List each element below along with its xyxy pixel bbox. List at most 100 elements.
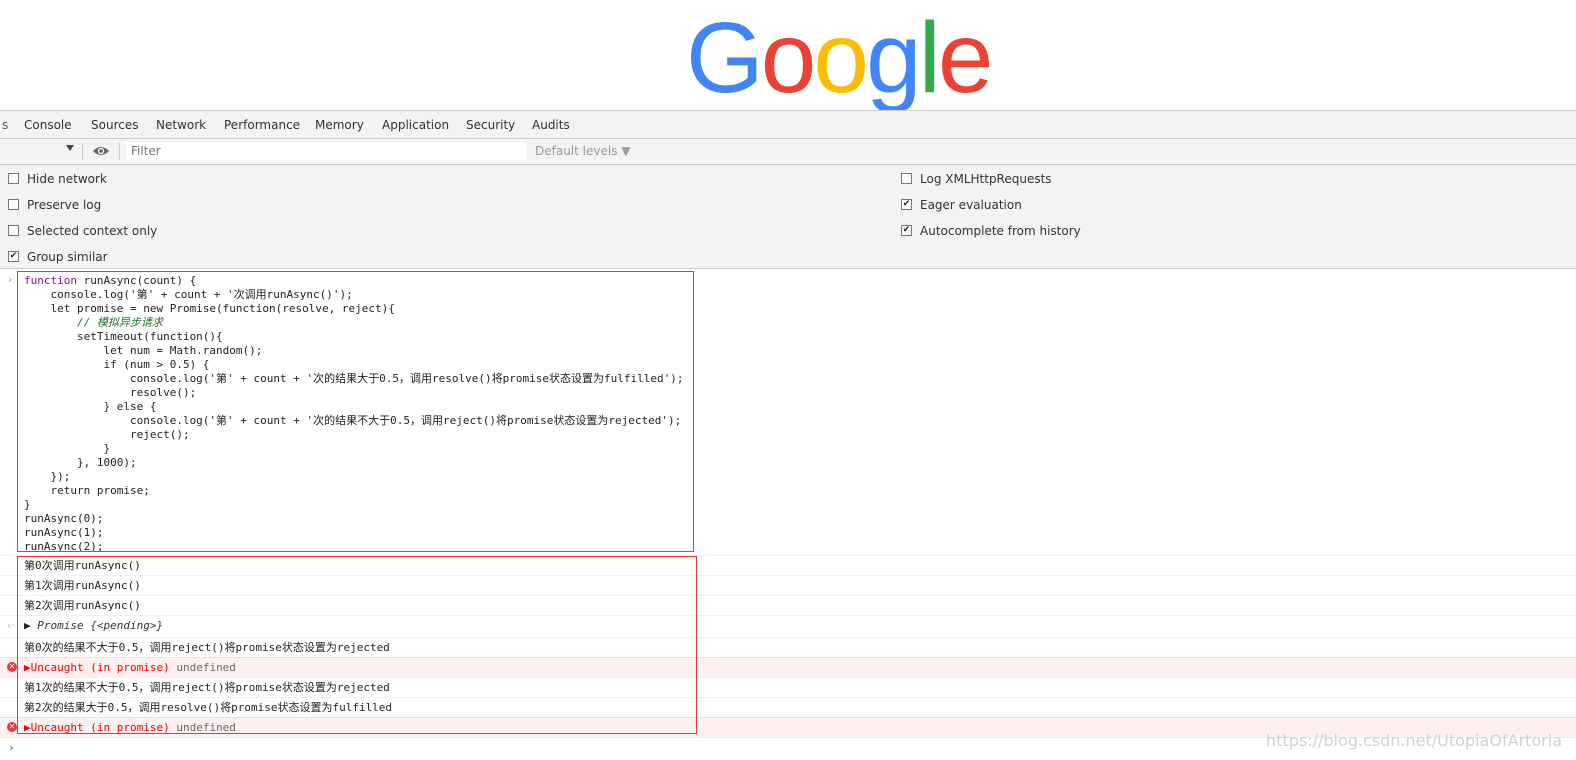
page-top: Google [0,0,1576,110]
code-line: } else { [24,400,157,413]
autocomplete-option[interactable]: ✔ Autocomplete from history [901,223,1081,239]
group-similar-label: Group similar [27,250,108,264]
return-arrow-icon: ‹· [7,619,15,632]
tab-application[interactable]: Application [372,111,459,139]
code-line: let num = Math.random(); [24,344,263,357]
log-text: 第1次的结果不大于0.5，调用reject()将promise状态设置为reje… [24,681,390,694]
log-row: 第2次的结果大于0.5，调用resolve()将promise状态设置为fulf… [0,697,1576,717]
preserve-log-checkbox[interactable] [8,199,19,210]
hide-network-label: Hide network [27,172,107,186]
input-prompt-icon: › [8,273,13,286]
logo-letter: e [937,2,994,114]
error-label: Uncaught (in promise) [30,721,170,734]
preserve-log-label: Preserve log [27,198,102,212]
hide-network-checkbox[interactable] [8,173,19,184]
log-xhr-label: Log XMLHttpRequests [920,172,1052,186]
error-value: undefined [176,721,236,734]
tab-network[interactable]: Network [146,111,216,139]
error-text[interactable]: ▶Uncaught (in promise) undefined [24,718,236,737]
log-row: 第1次调用runAsync() [0,575,1576,595]
code-line: let promise = new Promise(function(resol… [24,302,395,315]
error-label: Uncaught (in promise) [30,661,170,674]
code-line: if (num > 0.5) { [24,358,210,371]
log-row: 第0次的结果不大于0.5，调用reject()将promise状态设置为reje… [0,637,1576,657]
error-icon: ✕ [7,722,17,732]
tab-sources[interactable]: Sources [81,111,148,139]
code-line: } [24,442,111,455]
result-row[interactable]: ‹· ▶ Promise {<pending>} [0,615,1576,637]
selected-context-checkbox[interactable] [8,225,19,236]
log-text: 第0次调用runAsync() [24,559,141,572]
error-value: undefined [176,661,236,674]
promise-result[interactable]: ▶ Promise {<pending>} [24,616,163,635]
code-line: setTimeout(function(){ [24,330,223,343]
log-text: 第2次调用runAsync() [24,599,141,612]
error-text[interactable]: ▶Uncaught (in promise) undefined [24,658,236,677]
default-levels-dropdown[interactable]: Default levels ▼ [535,139,631,164]
tab-console[interactable]: Console [14,111,82,141]
tab-performance[interactable]: Performance [214,111,310,139]
tab-memory[interactable]: Memory [305,111,374,139]
console-toolbar: Default levels ▼ [0,139,1576,165]
log-xhr-option[interactable]: Log XMLHttpRequests [901,171,1052,187]
logo-letter: l [918,2,941,114]
preserve-log-option[interactable]: Preserve log [8,197,101,213]
logo-letter: g [866,2,922,114]
log-text: 第0次的结果不大于0.5，调用reject()将promise状态设置为reje… [24,641,390,654]
code-line: }); [24,470,71,483]
code-line: console.log('第' + count + '次的结果不大于0.5，调用… [24,414,682,427]
code-line: runAsync(0); [24,512,104,525]
expand-triangle-icon[interactable]: ▶ [24,721,31,734]
code-line: function runAsync(count) { [24,274,197,287]
tab-security[interactable]: Security [456,111,525,139]
error-icon: ✕ [7,662,17,672]
log-row: 第1次的结果不大于0.5，调用reject()将promise状态设置为reje… [0,677,1576,697]
tab-audits[interactable]: Audits [522,111,580,139]
logo-letter: o [813,2,869,114]
code-line: // 模拟异步请求 [24,316,163,329]
prompt-chevron-icon: › [8,741,15,754]
log-xhr-checkbox[interactable] [901,173,912,184]
code-line: console.log('第' + count + '次调用runAsync()… [24,288,353,301]
code-line: reject(); [24,428,190,441]
google-logo: Google [686,8,993,108]
devtools-tabbar: s Console Sources Network Performance Me… [0,110,1576,141]
logo-letter: o [760,2,817,114]
error-row[interactable]: ✕ ▶Uncaught (in promise) undefined [0,657,1576,677]
eager-evaluation-option[interactable]: ✔ Eager evaluation [901,197,1022,213]
group-similar-option[interactable]: ✔ Group similar [8,249,108,265]
code-line: return promise; [24,484,150,497]
console-output[interactable]: › function runAsync(count) { console.log… [0,269,1576,760]
code-line: } [24,498,31,511]
selected-context-label: Selected context only [27,224,158,238]
expand-triangle-icon[interactable]: ▶ [24,661,31,674]
autocomplete-label: Autocomplete from history [920,224,1081,238]
log-text: 第2次的结果大于0.5，调用resolve()将promise状态设置为fulf… [24,701,393,714]
console-settings: Hide network Preserve log Selected conte… [0,165,1576,269]
filter-input[interactable] [126,142,526,160]
context-dropdown-icon[interactable] [66,145,74,151]
code-line: }, 1000); [24,456,137,469]
watermark: https://blog.csdn.net/UtopiaOfArtoria [1266,731,1562,750]
logo-letter: G [686,2,764,114]
code-line: resolve(); [24,386,197,399]
promise-label: Promise [37,619,84,632]
code-input: function runAsync(count) { console.log('… [24,274,683,554]
autocomplete-checkbox[interactable]: ✔ [901,225,912,236]
eager-evaluation-label: Eager evaluation [920,198,1022,212]
expand-triangle-icon[interactable]: ▶ [24,619,37,632]
hide-network-option[interactable]: Hide network [8,171,107,187]
code-line: console.log('第' + count + '次的结果大于0.5，调用r… [24,372,684,385]
code-line: runAsync(1); [24,526,104,539]
code-line: runAsync(2); [24,540,104,553]
group-similar-checkbox[interactable]: ✔ [8,251,19,262]
toolbar-divider [82,143,83,160]
toolbar-divider [119,143,120,160]
log-row: 第0次调用runAsync() [0,555,1576,575]
log-text: 第1次调用runAsync() [24,579,141,592]
selected-context-option[interactable]: Selected context only [8,223,157,239]
eager-evaluation-checkbox[interactable]: ✔ [901,199,912,210]
eye-icon[interactable] [92,144,110,158]
log-row: 第2次调用runAsync() [0,595,1576,615]
promise-state: {<pending>} [90,619,164,632]
